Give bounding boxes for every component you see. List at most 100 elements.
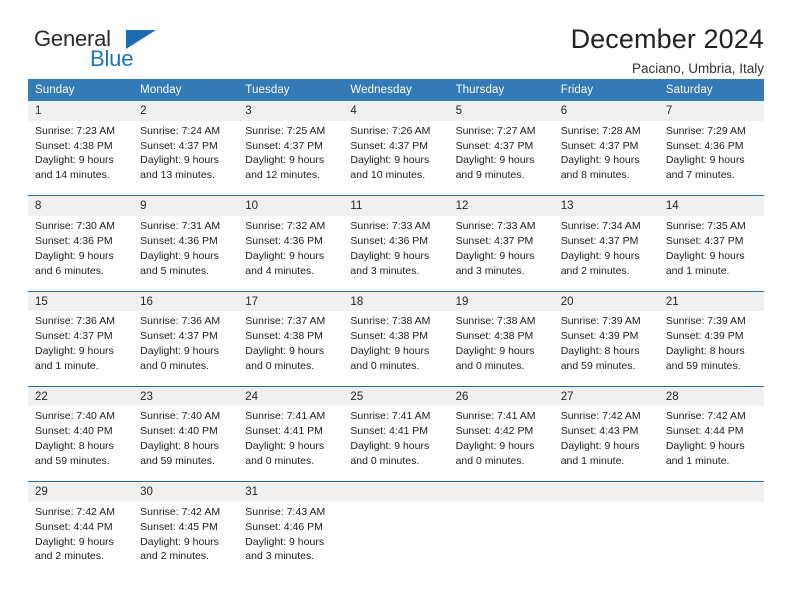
week-2-number-row: 8 9 10 11 12 13 14 <box>28 195 764 216</box>
day-cell[interactable]: Sunrise: 7:42 AM Sunset: 4:45 PM Dayligh… <box>133 501 239 577</box>
daylight-text-line2: and 1 minute. <box>665 455 730 468</box>
day-cell[interactable]: Sunrise: 7:40 AM Sunset: 4:40 PM Dayligh… <box>28 406 134 482</box>
day-cell[interactable]: Sunrise: 7:42 AM Sunset: 4:44 PM Dayligh… <box>658 406 764 482</box>
day-cell[interactable]: Sunrise: 7:36 AM Sunset: 4:37 PM Dayligh… <box>133 311 239 387</box>
day-cell[interactable]: Sunrise: 7:31 AM Sunset: 4:36 PM Dayligh… <box>133 215 239 292</box>
day-cell[interactable]: Sunrise: 7:42 AM Sunset: 4:44 PM Dayligh… <box>28 501 134 577</box>
day-number: 29 <box>28 481 134 502</box>
daylight-text-line1: Daylight: 9 hours <box>245 154 325 167</box>
day-cell[interactable]: Sunrise: 7:36 AM Sunset: 4:37 PM Dayligh… <box>28 311 134 387</box>
weekday-header-thursday: Thursday <box>448 79 554 101</box>
daylight-text-line1: Daylight: 9 hours <box>140 344 219 357</box>
day-cell[interactable]: Sunrise: 7:40 AM Sunset: 4:40 PM Dayligh… <box>133 406 239 482</box>
generalblue-logo: General Blue <box>28 22 198 74</box>
daylight-text-line1: Daylight: 9 hours <box>35 249 114 262</box>
sunrise-text: Sunrise: 7:25 AM <box>245 124 326 137</box>
day-cell[interactable]: Sunrise: 7:35 AM Sunset: 4:37 PM Dayligh… <box>658 215 764 292</box>
day-number: 15 <box>28 290 134 312</box>
day-number: 17 <box>238 290 344 312</box>
day-number-empty <box>448 481 554 502</box>
day-cell[interactable]: Sunrise: 7:33 AM Sunset: 4:36 PM Dayligh… <box>343 215 449 292</box>
day-number: 13 <box>553 195 659 216</box>
sunset-text: Sunset: 4:37 PM <box>560 139 639 152</box>
daylight-text-line1: Daylight: 9 hours <box>35 344 114 357</box>
day-cell[interactable]: Sunrise: 7:29 AM Sunset: 4:36 PM Dayligh… <box>658 120 764 196</box>
daylight-text-line2: and 0 minutes. <box>245 455 315 468</box>
daylight-text-line2: and 0 minutes. <box>140 359 210 372</box>
daylight-text-line1: Daylight: 9 hours <box>455 440 535 453</box>
day-cell[interactable]: Sunrise: 7:28 AM Sunset: 4:37 PM Dayligh… <box>553 120 659 196</box>
daylight-text-line2: and 2 minutes. <box>35 550 104 563</box>
day-number: 19 <box>448 290 554 312</box>
sunset-text: Sunset: 4:44 PM <box>35 520 113 533</box>
day-cell[interactable]: Sunrise: 7:34 AM Sunset: 4:37 PM Dayligh… <box>553 215 659 292</box>
day-cell[interactable]: Sunrise: 7:24 AM Sunset: 4:37 PM Dayligh… <box>133 120 239 196</box>
sunset-text: Sunset: 4:39 PM <box>665 330 744 343</box>
daylight-text-line2: and 59 minutes. <box>140 455 215 468</box>
daylight-text-line2: and 3 minutes. <box>455 264 525 277</box>
sunset-text: Sunset: 4:38 PM <box>350 330 429 343</box>
day-cell[interactable]: Sunrise: 7:30 AM Sunset: 4:36 PM Dayligh… <box>28 215 134 292</box>
daylight-text-line2: and 3 minutes. <box>350 264 420 277</box>
daylight-text-line1: Daylight: 9 hours <box>455 344 535 357</box>
day-cell[interactable]: Sunrise: 7:23 AM Sunset: 4:38 PM Dayligh… <box>28 120 134 196</box>
sunrise-text: Sunrise: 7:42 AM <box>35 505 115 518</box>
day-cell[interactable]: Sunrise: 7:37 AM Sunset: 4:38 PM Dayligh… <box>238 311 344 387</box>
day-cell[interactable]: Sunrise: 7:39 AM Sunset: 4:39 PM Dayligh… <box>658 311 764 387</box>
sunset-text: Sunset: 4:38 PM <box>35 139 113 152</box>
week-2-info-row: Sunrise: 7:30 AM Sunset: 4:36 PM Dayligh… <box>28 215 764 292</box>
daylight-text-line2: and 13 minutes. <box>140 169 215 182</box>
day-cell[interactable]: Sunrise: 7:38 AM Sunset: 4:38 PM Dayligh… <box>448 311 554 387</box>
day-number: 21 <box>658 290 764 312</box>
week-4-number-row: 22 23 24 25 26 27 28 <box>28 385 764 407</box>
day-cell[interactable]: Sunrise: 7:25 AM Sunset: 4:37 PM Dayligh… <box>238 120 344 196</box>
day-cell[interactable]: Sunrise: 7:41 AM Sunset: 4:41 PM Dayligh… <box>238 406 344 482</box>
sunrise-text: Sunrise: 7:28 AM <box>560 124 641 137</box>
week-5-number-row: 29 30 31 <box>28 481 764 502</box>
weekday-header-wednesday: Wednesday <box>343 79 449 101</box>
daylight-text-line1: Daylight: 9 hours <box>245 440 325 453</box>
daylight-text-line1: Daylight: 9 hours <box>455 249 535 262</box>
day-cell[interactable]: Sunrise: 7:39 AM Sunset: 4:39 PM Dayligh… <box>553 311 659 387</box>
week-3-number-row: 15 16 17 18 19 20 21 <box>28 290 764 312</box>
sunrise-text: Sunrise: 7:23 AM <box>35 124 115 137</box>
daylight-text-line1: Daylight: 9 hours <box>455 154 535 167</box>
day-cell[interactable]: Sunrise: 7:42 AM Sunset: 4:43 PM Dayligh… <box>553 406 659 482</box>
day-cell[interactable]: Sunrise: 7:26 AM Sunset: 4:37 PM Dayligh… <box>343 120 449 196</box>
day-number: 31 <box>238 481 344 502</box>
sunset-text: Sunset: 4:39 PM <box>560 330 639 343</box>
daylight-text-line1: Daylight: 9 hours <box>140 154 219 167</box>
daylight-text-line1: Daylight: 9 hours <box>245 344 325 357</box>
week-1-info-row: Sunrise: 7:23 AM Sunset: 4:38 PM Dayligh… <box>28 120 764 196</box>
sunrise-text: Sunrise: 7:33 AM <box>350 219 431 232</box>
day-number: 4 <box>343 101 449 121</box>
day-number: 27 <box>553 385 659 407</box>
sunrise-text: Sunrise: 7:42 AM <box>665 410 746 423</box>
day-number: 12 <box>448 195 554 216</box>
daylight-text-line1: Daylight: 9 hours <box>245 535 325 548</box>
sunrise-text: Sunrise: 7:37 AM <box>245 315 326 328</box>
daylight-text-line1: Daylight: 9 hours <box>35 535 114 548</box>
daylight-text-line2: and 59 minutes. <box>560 359 636 372</box>
sunset-text: Sunset: 4:37 PM <box>455 234 534 247</box>
day-cell[interactable]: Sunrise: 7:33 AM Sunset: 4:37 PM Dayligh… <box>448 215 554 292</box>
day-cell[interactable]: Sunrise: 7:38 AM Sunset: 4:38 PM Dayligh… <box>343 311 449 387</box>
day-number-empty <box>343 481 449 502</box>
day-cell[interactable]: Sunrise: 7:41 AM Sunset: 4:42 PM Dayligh… <box>448 406 554 482</box>
daylight-text-line1: Daylight: 9 hours <box>245 249 325 262</box>
sunset-text: Sunset: 4:40 PM <box>35 425 113 438</box>
day-cell[interactable]: Sunrise: 7:43 AM Sunset: 4:46 PM Dayligh… <box>238 501 344 577</box>
daylight-text-line1: Daylight: 9 hours <box>560 154 640 167</box>
sunset-text: Sunset: 4:37 PM <box>665 234 744 247</box>
daylight-text-line1: Daylight: 9 hours <box>665 249 745 262</box>
page-title: December 2024 <box>570 24 764 54</box>
day-cell[interactable]: Sunrise: 7:27 AM Sunset: 4:37 PM Dayligh… <box>448 120 554 196</box>
day-number: 1 <box>28 101 134 121</box>
daylight-text-line1: Daylight: 9 hours <box>665 154 745 167</box>
calendar-body: 1 2 3 4 5 6 7 Sunrise: 7:23 AM Sunset: 4… <box>28 101 764 577</box>
day-cell[interactable]: Sunrise: 7:32 AM Sunset: 4:36 PM Dayligh… <box>238 215 344 292</box>
daylight-text-line1: Daylight: 9 hours <box>140 249 219 262</box>
week-1-number-row: 1 2 3 4 5 6 7 <box>28 101 764 121</box>
day-cell[interactable]: Sunrise: 7:41 AM Sunset: 4:41 PM Dayligh… <box>343 406 449 482</box>
sunset-text: Sunset: 4:37 PM <box>350 139 429 152</box>
